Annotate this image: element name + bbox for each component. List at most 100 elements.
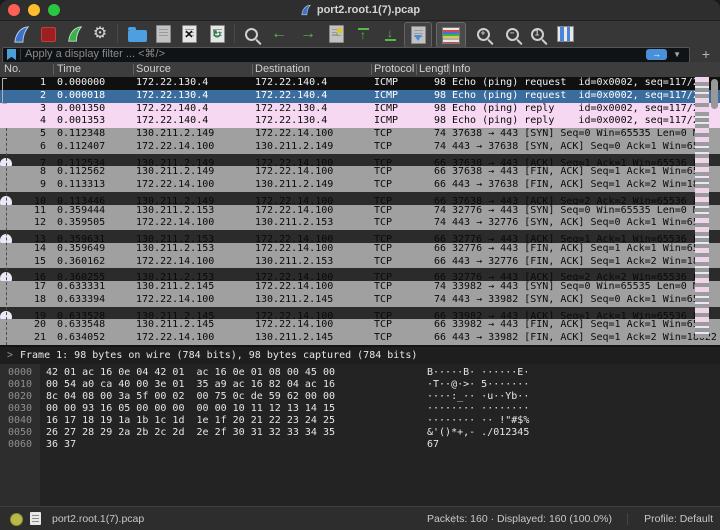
find-packet-button[interactable]: [239, 22, 263, 46]
wireshark-fin-icon: [301, 4, 311, 16]
packet-row[interactable]: 14 0.359649 130.211.2.153 172.22.14.100 TCP 6…: [0, 242, 720, 256]
packet-cell-len: 66: [433, 319, 446, 331]
packet-cell-proto: ICMP: [374, 115, 399, 127]
go-to-packet-button[interactable]: →: [323, 22, 349, 46]
hex-offset: 0060: [8, 439, 33, 450]
hex-offset: 0040: [8, 415, 33, 426]
status-separator: [627, 513, 628, 525]
packet-row[interactable]: 4 0.001353 172.22.140.4 172.22.130.4 ICMP 98 E…: [0, 115, 720, 128]
hex-line[interactable]: 0020 8c 04 08 00 3a 5f 00 02 00 75 0c de …: [0, 391, 720, 403]
expert-info-icon[interactable]: [10, 513, 23, 526]
packet-cell-proto: TCP: [374, 319, 393, 331]
resize-columns-button[interactable]: [552, 22, 578, 46]
packet-row[interactable]: 6 0.112407 172.22.14.100 130.211.2.149 TCP 74…: [0, 140, 720, 154]
packet-row[interactable]: 15 0.360162 172.22.14.100 130.211.2.153 TCP 6…: [0, 255, 720, 269]
packet-row[interactable]: 5 0.112348 130.211.2.149 172.22.14.100 TCP 74…: [0, 128, 720, 141]
col-header-time[interactable]: Time: [57, 62, 81, 77]
packet-cell-proto: TCP: [374, 179, 393, 190]
col-header-info[interactable]: Info: [452, 62, 470, 77]
capture-comment-icon[interactable]: [30, 512, 41, 525]
hex-line[interactable]: 0040 16 17 18 19 1a 1b 1c 1d 1e 1f 20 21 …: [0, 415, 720, 427]
packet-row[interactable]: 1 0.000000 172.22.130.4 172.22.140.4 ICMP 98 E…: [0, 77, 720, 90]
packet-row[interactable]: 17 0.633331 130.211.2.145 172.22.14.100 TCP 7…: [0, 281, 720, 294]
packet-cell-dst: 172.22.14.100: [255, 204, 334, 216]
packet-cell-proto: TCP: [374, 242, 393, 254]
restart-capture-button[interactable]: [62, 22, 88, 46]
blue-down-triangle: [413, 35, 422, 41]
packet-row[interactable]: 20 0.633548 130.211.2.145 172.22.14.100 TCP 6…: [0, 319, 720, 332]
window-title-area: port2.root.1(7).pcap: [0, 0, 720, 20]
col-header-protocol[interactable]: Protocol: [374, 62, 414, 77]
packet-row[interactable]: 18 0.633394 172.22.14.100 130.211.2.145 TCP 7…: [0, 293, 720, 307]
start-capture-button[interactable]: [8, 22, 34, 46]
go-forward-button[interactable]: →: [295, 22, 321, 46]
resize-columns-icon: [556, 26, 574, 42]
bookmark-icon[interactable]: [7, 49, 16, 60]
close-file-icon: ✕: [181, 25, 197, 43]
status-packet-counts: Packets: 160 · Displayed: 160 (100.0%): [426, 513, 612, 525]
scrollbar-minimap[interactable]: [695, 77, 709, 338]
apply-filter-button[interactable]: →: [646, 49, 667, 60]
vertical-scrollbar-thumb[interactable]: [711, 79, 718, 109]
packet-cell-time: 0.359505: [57, 217, 106, 229]
col-header-length[interactable]: Length: [419, 62, 449, 77]
packet-cell-proto: TCP: [374, 204, 393, 216]
zoom-out-button[interactable]: −: [500, 22, 524, 46]
packet-row[interactable]: 2 0.000018 172.22.130.4 172.22.140.4 ICMP 98 E…: [0, 89, 720, 103]
packet-cell-src: 130.211.2.153: [136, 242, 215, 254]
filter-dropdown-caret[interactable]: ▼: [673, 48, 681, 61]
packet-cell-proto: TCP: [374, 140, 393, 152]
hex-line[interactable]: 0010 00 54 a0 ca 40 00 3e 01 35 a9 ac 16 …: [0, 379, 720, 391]
packet-row[interactable]: 9 0.113313 172.22.14.100 130.211.2.149 TCP 66…: [0, 179, 720, 192]
packet-cell-info: Echo (ping) reply id=0x0002, seq=117/29: [452, 115, 705, 127]
col-header-destination[interactable]: Destination: [255, 62, 310, 77]
packet-cell-info: Echo (ping) reply id=0x0002, seq=117/29: [452, 102, 705, 114]
packet-cell-src: 172.22.14.100: [136, 293, 215, 305]
go-first-packet-button[interactable]: ↑: [351, 22, 375, 46]
hex-line[interactable]: 0030 00 00 93 16 05 00 00 00 00 00 10 11 …: [0, 403, 720, 415]
open-file-button[interactable]: [124, 22, 150, 46]
hex-line[interactable]: 0060 36 37 67: [0, 439, 720, 451]
packet-row[interactable]: 11 0.359444 130.211.2.153 172.22.14.100 TCP 7…: [0, 204, 720, 218]
packet-cell-len: 74: [433, 281, 446, 292]
packet-cell-len: 74: [433, 128, 446, 139]
save-file-button[interactable]: [152, 22, 174, 46]
packet-cell-info: Echo (ping) request id=0x0002, seq=117/2…: [452, 89, 705, 101]
packet-row[interactable]: 3 0.001350 172.22.140.4 172.22.130.4 ICMP 98 E…: [0, 102, 720, 116]
packet-cell-info: 37638 → 443 [SYN] Seq=0 Win=65535 Len=0 …: [452, 128, 705, 139]
zoom-in-button[interactable]: +: [471, 22, 495, 46]
packet-row[interactable]: 8 0.112562 130.211.2.149 172.22.14.100 TCP 66…: [0, 166, 720, 179]
hex-line[interactable]: 0050 26 27 28 29 2a 2b 2c 2d 2e 2f 30 31 …: [0, 427, 720, 439]
go-back-button[interactable]: ←: [266, 22, 292, 46]
display-filter-input[interactable]: Apply a display filter ... <⌘/> → ▼: [2, 47, 690, 63]
packet-cell-proto: ICMP: [374, 102, 399, 114]
packet-cell-src: 172.22.14.100: [136, 332, 215, 343]
packet-bytes-pane: 0000 42 01 ac 16 0e 04 42 01 ac 16 0e 01 …: [0, 364, 720, 506]
go-last-packet-button[interactable]: ↓: [378, 22, 402, 46]
zoom-reset-button[interactable]: 1: [525, 22, 549, 46]
add-filter-button-plus[interactable]: +: [702, 45, 710, 63]
expand-chevron-icon[interactable]: >: [7, 347, 13, 364]
hex-ascii: ·T··@·>· 5·······: [427, 379, 530, 390]
packet-list-header: No. Time Source Destination Protocol Len…: [0, 62, 720, 78]
toolbar-separator: [234, 24, 235, 43]
colorize-toggle[interactable]: [436, 22, 466, 48]
reload-file-button[interactable]: ↻: [206, 22, 228, 46]
capture-options-button[interactable]: ⚙: [89, 22, 111, 46]
col-header-no[interactable]: No.: [4, 62, 21, 77]
packet-cell-len: 98: [433, 89, 446, 101]
packet-row[interactable]: 21 0.634052 172.22.14.100 130.211.2.145 TCP 6…: [0, 332, 720, 345]
filter-placeholder: Apply a display filter ... <⌘/>: [25, 48, 166, 60]
stop-capture-button[interactable]: [37, 22, 59, 46]
hex-lines: 0000 42 01 ac 16 0e 04 42 01 ac 16 0e 01 …: [0, 367, 720, 451]
status-profile[interactable]: Profile: Default: [644, 507, 713, 530]
packet-cell-dst: 130.211.2.153: [255, 255, 334, 267]
packet-cell-proto: ICMP: [374, 77, 399, 88]
frame-summary[interactable]: Frame 1: 98 bytes on wire (784 bits), 98…: [20, 347, 417, 364]
hex-line[interactable]: 0000 42 01 ac 16 0e 04 42 01 ac 16 0e 01 …: [0, 367, 720, 379]
col-header-source[interactable]: Source: [136, 62, 171, 77]
close-file-button[interactable]: ✕: [178, 22, 200, 46]
packet-cell-time: 0.633394: [57, 293, 106, 305]
packet-row[interactable]: 12 0.359505 172.22.14.100 130.211.2.153 TCP 7…: [0, 217, 720, 230]
auto-scroll-toggle[interactable]: [404, 22, 432, 48]
